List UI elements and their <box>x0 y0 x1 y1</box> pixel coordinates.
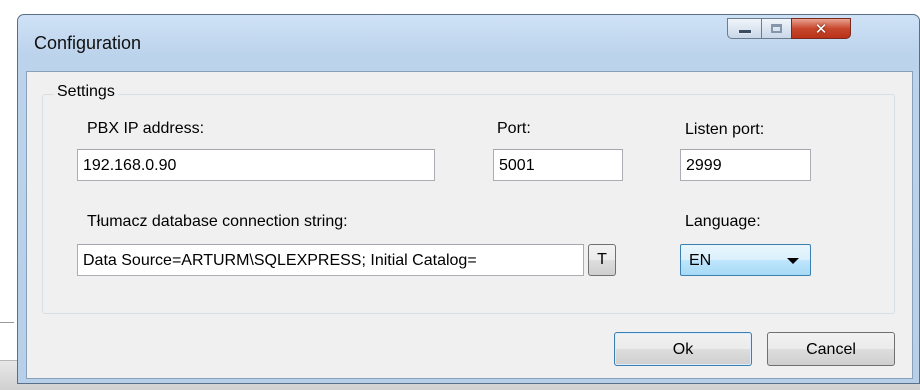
maximize-button[interactable] <box>761 18 791 39</box>
background-window-edge <box>0 322 14 323</box>
language-select[interactable]: EN <box>680 244 811 276</box>
listen-port-input[interactable]: 2999 <box>680 149 811 181</box>
minimize-button[interactable] <box>727 18 761 39</box>
pbx-ip-label: PBX IP address: <box>87 120 205 137</box>
language-label: Language: <box>685 213 761 230</box>
port-label: Port: <box>497 120 531 137</box>
caption-buttons: ✕ <box>727 18 851 40</box>
window-title: Configuration <box>34 33 142 53</box>
close-button[interactable]: ✕ <box>791 18 851 39</box>
connection-string-input[interactable]: Data Source=ARTURM\SQLEXPRESS; Initial C… <box>77 244 584 276</box>
close-icon: ✕ <box>814 19 828 38</box>
cancel-button[interactable]: Cancel <box>767 332 895 366</box>
connection-string-label: Tłumacz database connection string: <box>87 213 348 230</box>
port-input[interactable]: 5001 <box>493 149 623 181</box>
title-bar[interactable]: Configuration ✕ <box>18 15 919 63</box>
connection-string-t-button[interactable]: T <box>588 244 616 276</box>
minimize-icon <box>737 29 752 34</box>
settings-group-label: Settings <box>54 83 118 101</box>
maximize-icon <box>771 24 782 33</box>
dialog-client-area: Settings PBX IP address: 192.168.0.90 Po… <box>26 71 913 379</box>
configuration-dialog: Configuration ✕ Settings PBX IP address:… <box>17 14 920 384</box>
chevron-down-icon <box>787 258 799 264</box>
language-selected-value: EN <box>689 252 712 269</box>
listen-port-label: Listen port: <box>685 121 765 138</box>
pbx-ip-input[interactable]: 192.168.0.90 <box>77 149 435 181</box>
ok-button[interactable]: Ok <box>614 332 752 366</box>
